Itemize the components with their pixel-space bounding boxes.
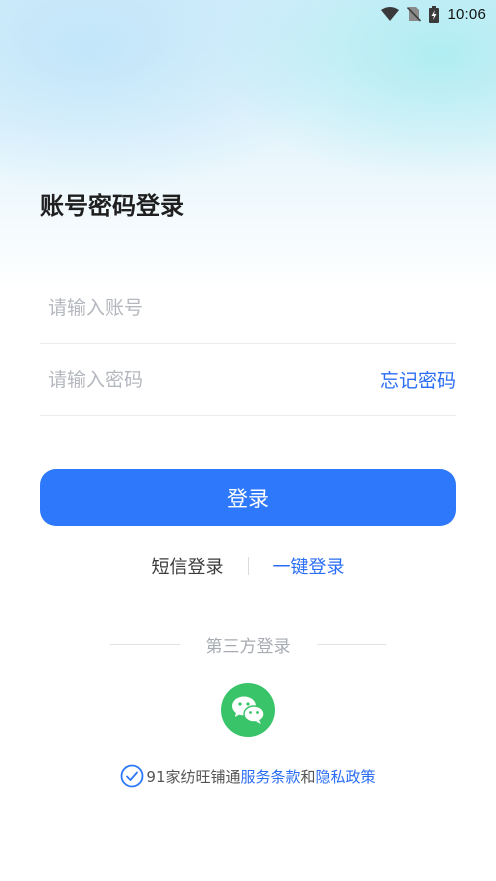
login-button[interactable]: 登录 [40,469,456,526]
divider [247,557,249,575]
forgot-password-link[interactable]: 忘记密码 [380,366,456,393]
agreement-checkbox-icon[interactable] [120,764,144,788]
password-input[interactable] [40,368,340,391]
status-time: 10:06 [447,5,486,23]
third-party-login-divider: 第三方登录 [110,632,386,657]
wechat-login-button[interactable] [221,683,275,737]
third-party-login-label: 第三方登录 [205,636,291,657]
password-field: 忘记密码 [40,344,456,416]
battery-charging-icon [429,5,440,23]
agreement-conjunction: 和 [300,767,316,786]
wifi-icon [381,7,400,21]
agreement-prefix: 91家纺旺铺通 [146,767,241,786]
sms-login-link[interactable]: 短信登录 [152,553,224,579]
login-page: 账号密码登录 忘记密码 登录 短信登录 一键登录 第三方登录 [0,0,496,881]
alternative-login-options: 短信登录 一键登录 [0,552,496,580]
divider-line-left [110,643,180,645]
divider-line-right [316,643,386,645]
terms-of-service-link[interactable]: 服务条款 [241,766,301,787]
one-key-login-link[interactable]: 一键登录 [273,553,345,579]
account-input[interactable] [40,296,340,319]
agreement-row: 91家纺旺铺通 服务条款 和 隐私政策 [0,763,496,789]
no-sim-icon [407,6,422,22]
privacy-policy-link[interactable]: 隐私政策 [316,766,376,787]
wechat-icon [232,696,265,724]
status-bar: 10:06 [0,0,496,28]
account-field [40,272,456,344]
page-title: 账号密码登录 [40,192,184,220]
